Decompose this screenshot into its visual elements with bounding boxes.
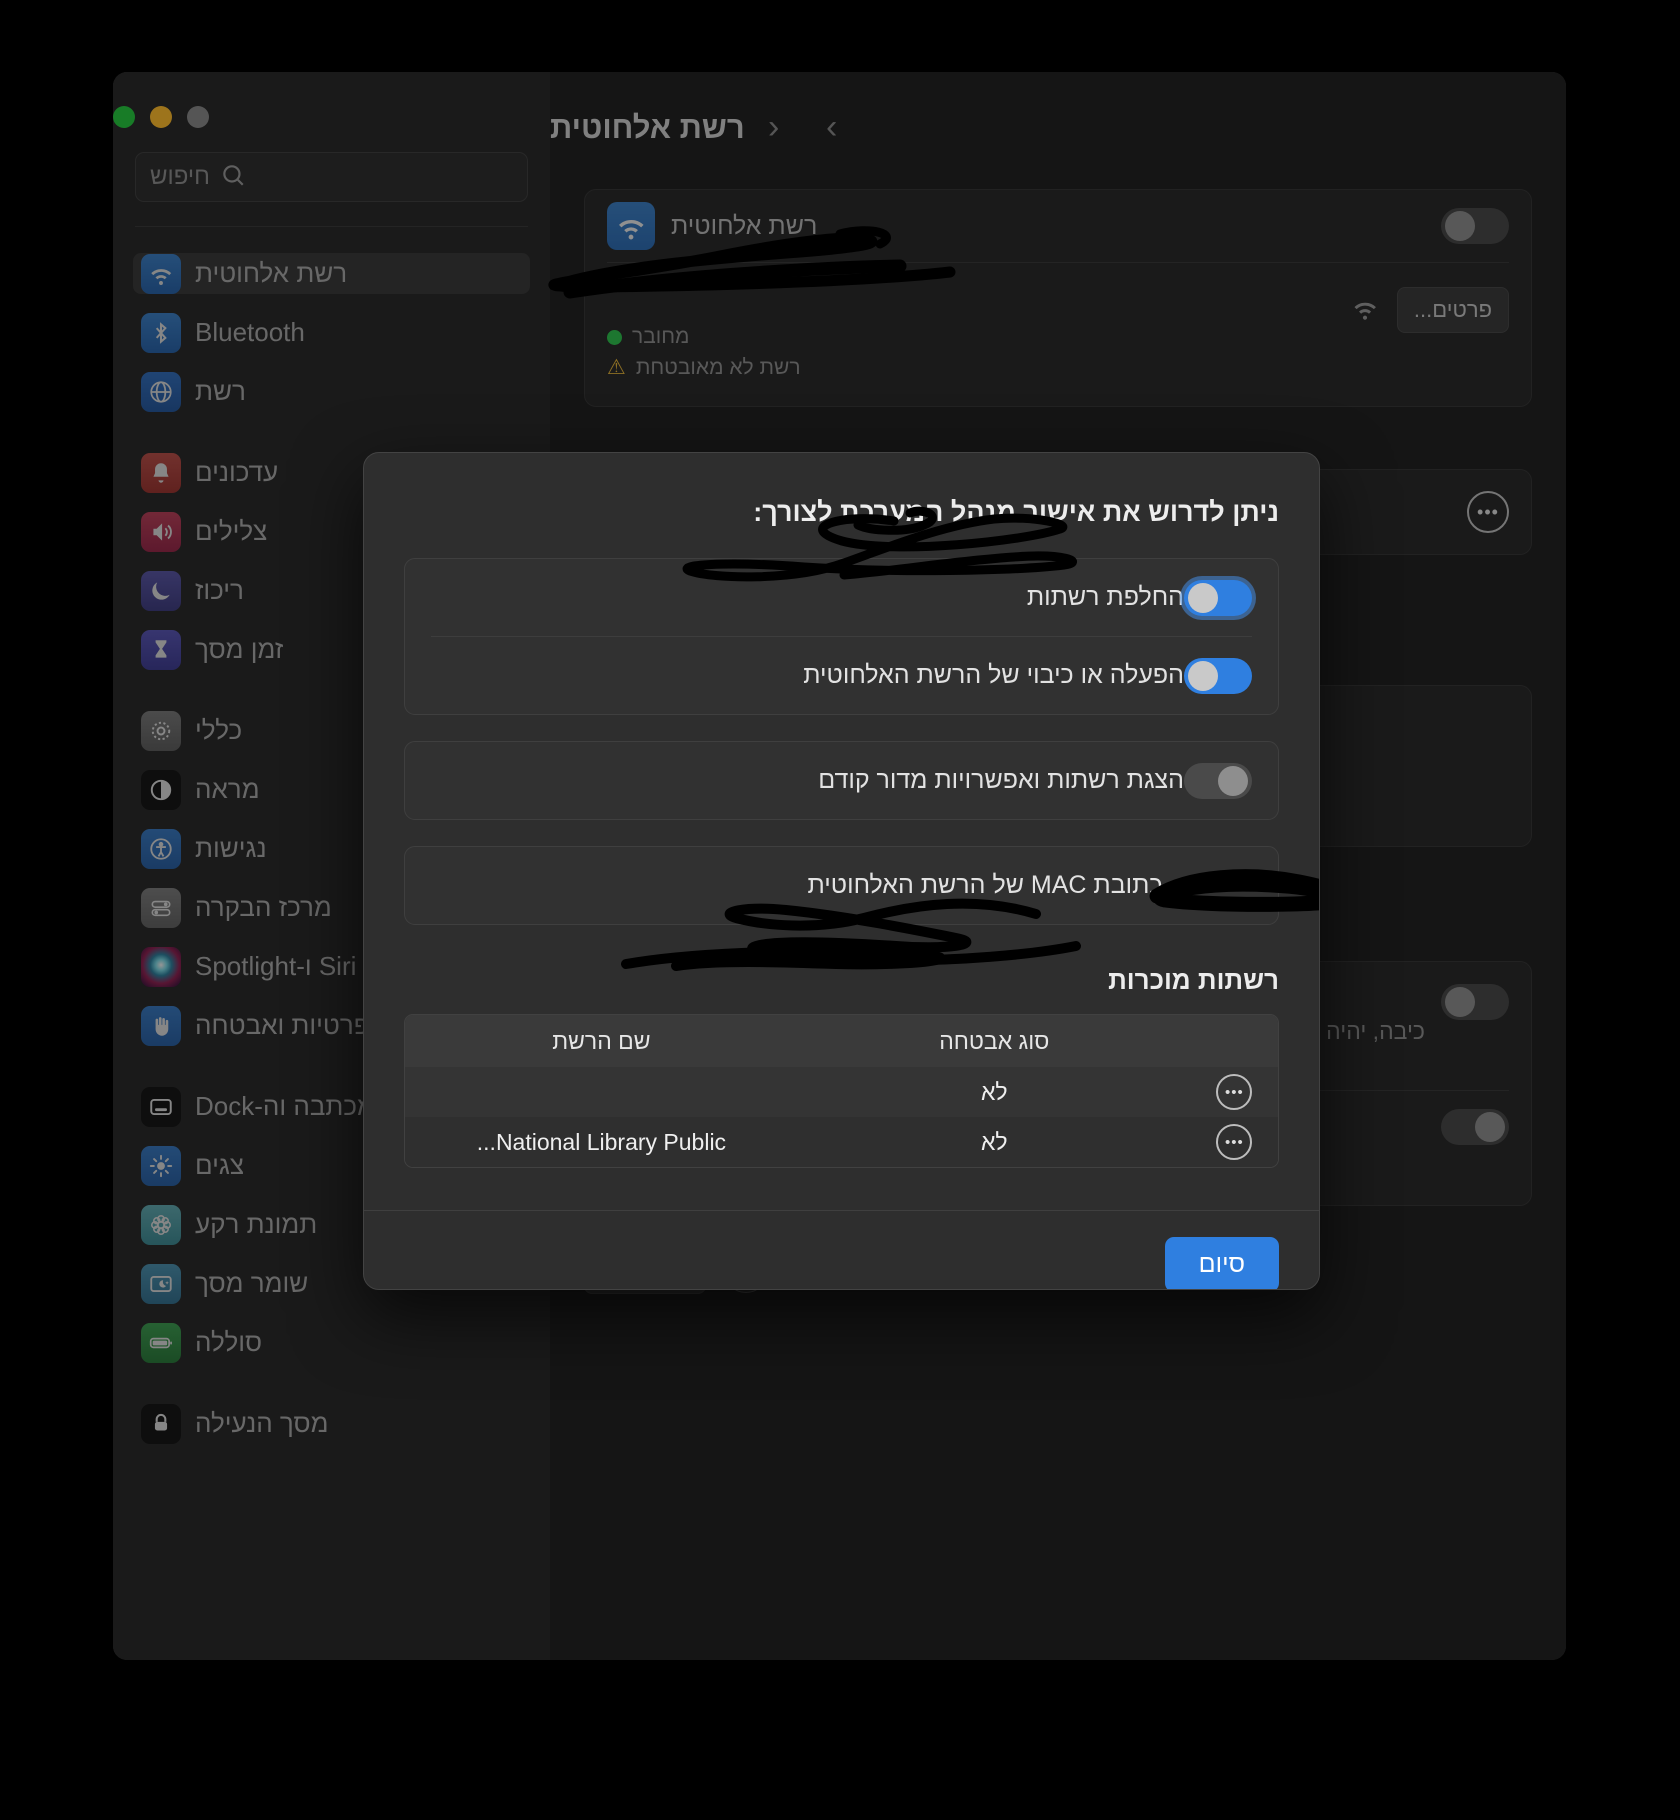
option-row-legacy-networks: הצגת רשתות ואפשרויות מדור קודם bbox=[405, 742, 1278, 819]
dialog-title: ניתן לדרוש את אישור מנהל המערכת לצורך: bbox=[753, 497, 1279, 527]
option-label: הפעלה או כיבוי של הרשת האלחוטית bbox=[803, 661, 1184, 689]
option-label: הצגת רשתות ואפשרויות מדור קודם bbox=[818, 766, 1184, 794]
column-header-name: שם הרשת bbox=[552, 1027, 651, 1054]
mac-address-label: כתובת MAC של הרשת האלחוטית bbox=[807, 871, 1163, 899]
switch-networks-toggle[interactable] bbox=[1184, 579, 1252, 616]
legacy-networks-toggle[interactable] bbox=[1184, 762, 1252, 799]
option-label: החלפת רשתות bbox=[1026, 583, 1184, 611]
option-row-power-wifi: הפעלה או כיבוי של הרשת האלחוטית bbox=[405, 637, 1278, 714]
options-group-2: הצגת רשתות ואפשרויות מדור קודם bbox=[404, 741, 1279, 820]
done-button[interactable]: סיום bbox=[1164, 1237, 1279, 1289]
power-wifi-toggle[interactable] bbox=[1184, 657, 1252, 694]
column-header-security: סוג אבטחה bbox=[939, 1027, 1050, 1054]
cell-network-name: National Library Public... bbox=[476, 1128, 727, 1155]
cell-security: לא bbox=[980, 1128, 1008, 1155]
option-row-switch-networks: החלפת רשתות bbox=[405, 559, 1278, 636]
mac-address-row: כתובת MAC של הרשת האלחוטית ​ bbox=[405, 847, 1319, 924]
options-group-1: החלפת רשתות הפעלה או כיבוי של הרשת האלחו… bbox=[404, 558, 1279, 715]
mac-address-value: ​ bbox=[1149, 869, 1319, 912]
mac-address-group: כתובת MAC של הרשת האלחוטית ​ bbox=[404, 846, 1319, 925]
known-networks-table: שם הרשת סוג אבטחה לא ••• National Librar… bbox=[404, 506, 1279, 1168]
more-options-icon[interactable]: ••• bbox=[1216, 1074, 1253, 1110]
table-row[interactable]: לא ••• bbox=[405, 1067, 1278, 1117]
dialog-footer: סיום bbox=[364, 1211, 1319, 1289]
table-header: שם הרשת סוג אבטחה bbox=[405, 1015, 1278, 1067]
known-networks-heading: רשתות מוכרות bbox=[1108, 965, 1279, 995]
more-options-icon[interactable]: ••• bbox=[1216, 1124, 1253, 1160]
admin-authorization-dialog: ניתן לדרוש את אישור מנהל המערכת לצורך: ה… bbox=[363, 452, 1320, 1290]
table-row[interactable]: National Library Public... לא ••• bbox=[405, 1117, 1278, 1167]
cell-security: לא bbox=[980, 1078, 1008, 1105]
cell-network-name bbox=[405, 1079, 798, 1106]
